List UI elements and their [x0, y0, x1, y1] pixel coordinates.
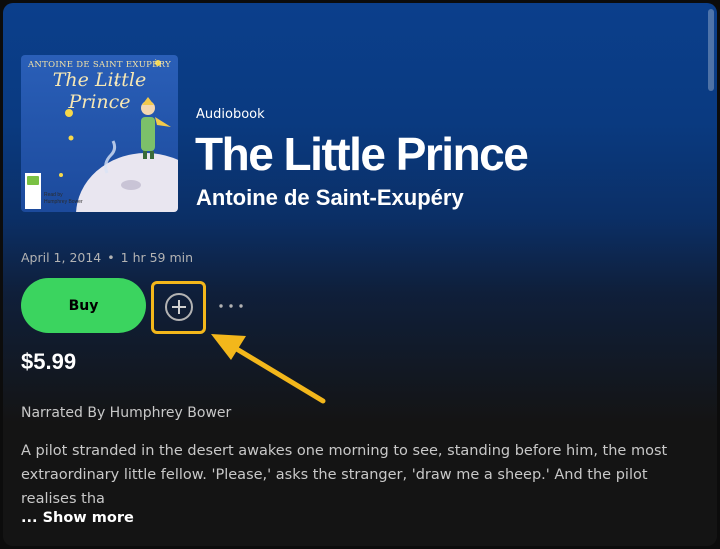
show-more-link[interactable]: ... Show more: [21, 510, 134, 526]
cover-narrator-credit: Read by Humphrey Bower: [44, 192, 83, 205]
cover-title-text: The Little Prince: [52, 69, 147, 113]
scrollbar[interactable]: [708, 9, 714, 91]
description: A pilot stranded in the desert awakes on…: [21, 443, 668, 507]
narrator-credit: Narrated By Humphrey Bower: [21, 405, 232, 421]
author-link[interactable]: Antoine de Saint-Exupéry: [196, 185, 464, 211]
audiobook-page: ANTOINE DE SAINT EXUPÉRY The Little Prin…: [3, 3, 717, 546]
meta-separator: •: [107, 250, 115, 265]
content-type-label: Audiobook: [196, 107, 265, 122]
add-to-library-button[interactable]: [163, 291, 195, 323]
release-date: April 1, 2014: [21, 250, 102, 265]
price: $5.99: [21, 349, 77, 374]
ellipsis-icon: [219, 304, 243, 308]
more-options-button[interactable]: [216, 296, 246, 316]
plus-circle-icon: [165, 293, 193, 321]
buy-button[interactable]: Buy: [21, 278, 146, 333]
cover-art: ANTOINE DE SAINT EXUPÉRY The Little Prin…: [21, 55, 178, 212]
release-meta: April 1, 2014 • 1 hr 59 min: [21, 250, 193, 265]
page-title: The Little Prince: [195, 128, 529, 180]
duration: 1 hr 59 min: [120, 250, 194, 265]
